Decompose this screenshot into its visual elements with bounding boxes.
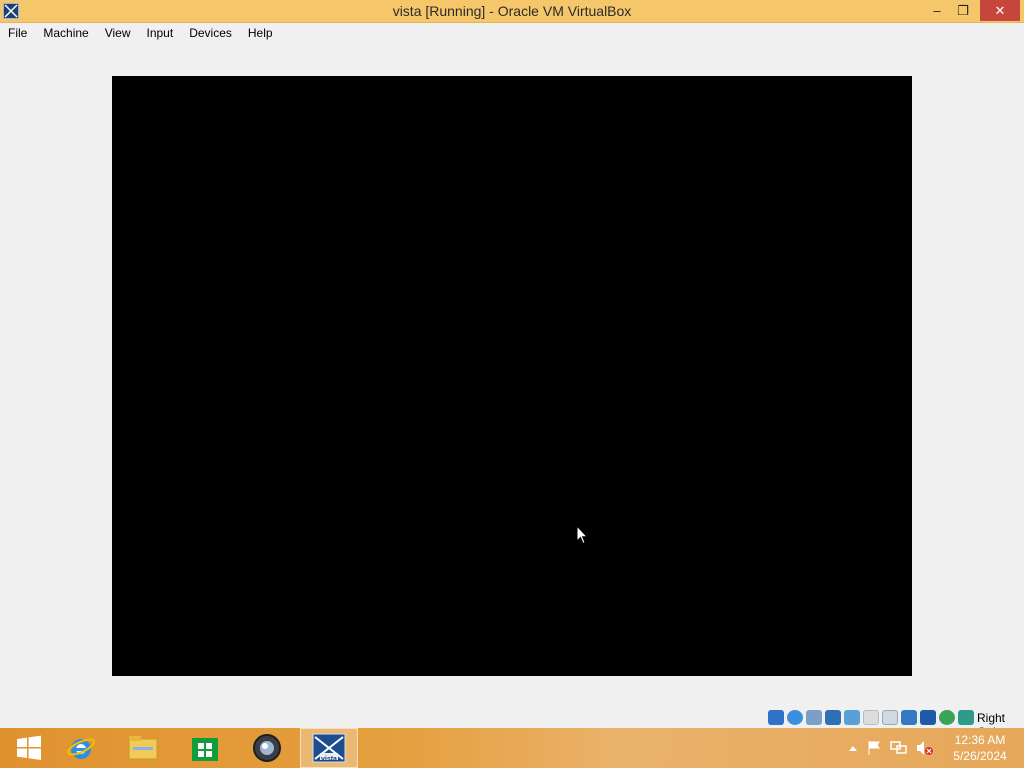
internet-explorer-button[interactable] [52, 728, 110, 768]
media-center-icon [253, 734, 281, 762]
taskbar-app-label: vista [321, 756, 337, 763]
minimize-button[interactable]: – [924, 0, 950, 21]
clock-time: 12:36 AM [954, 733, 1006, 747]
internet-explorer-icon [67, 738, 95, 759]
media-center-button[interactable] [238, 728, 296, 768]
optical-drive-icon[interactable] [787, 710, 803, 725]
title-bar: vista [Running] - Oracle VM VirtualBox –… [0, 0, 1024, 23]
file-explorer-button[interactable] [114, 728, 172, 768]
system-tray [848, 728, 934, 768]
menu-help[interactable]: Help [240, 23, 281, 44]
volume-muted-icon[interactable] [916, 740, 934, 756]
start-icon [17, 735, 41, 760]
windows-taskbar: vista 12:36 AM 5/26/2024 [0, 728, 1024, 768]
close-button[interactable]: ✕ [980, 0, 1020, 21]
menu-bar: File Machine View Input Devices Help [0, 23, 1024, 44]
menu-machine[interactable]: Machine [35, 23, 96, 44]
video-capture-icon[interactable] [901, 710, 917, 725]
file-explorer-icon [128, 736, 158, 760]
action-center-flag-icon[interactable] [866, 740, 882, 756]
virtualbox-vista-taskbar-button[interactable]: vista [300, 728, 358, 768]
keyboard-icon[interactable] [958, 710, 974, 725]
vt-x-icon[interactable] [920, 710, 936, 725]
clock-date: 5/26/2024 [953, 749, 1007, 763]
restore-button[interactable]: ❐ [950, 0, 976, 21]
menu-view[interactable]: View [97, 23, 139, 44]
store-button[interactable] [176, 728, 234, 768]
store-icon [192, 738, 218, 761]
vm-status-bar: Right Ctrl [0, 706, 1024, 739]
mouse-pointer-icon [576, 524, 589, 550]
show-hidden-icons-icon[interactable] [848, 744, 858, 752]
taskbar-clock[interactable]: 12:36 AM 5/26/2024 [944, 732, 1016, 764]
menu-devices[interactable]: Devices [181, 23, 240, 44]
window-title: vista [Running] - Oracle VM VirtualBox [392, 3, 632, 19]
start-button[interactable] [0, 728, 58, 768]
guest-display[interactable] [112, 76, 912, 676]
menu-input[interactable]: Input [139, 23, 182, 44]
display-icon[interactable] [882, 710, 898, 725]
usb-icon[interactable] [844, 710, 860, 725]
mouse-integration-icon[interactable] [939, 710, 955, 725]
menu-file[interactable]: File [0, 23, 35, 44]
audio-icon[interactable] [806, 710, 822, 725]
shared-folders-icon[interactable] [863, 710, 879, 725]
hard-disk-icon[interactable] [768, 710, 784, 725]
network-icon[interactable] [825, 710, 841, 725]
network-tray-icon[interactable] [890, 740, 908, 756]
